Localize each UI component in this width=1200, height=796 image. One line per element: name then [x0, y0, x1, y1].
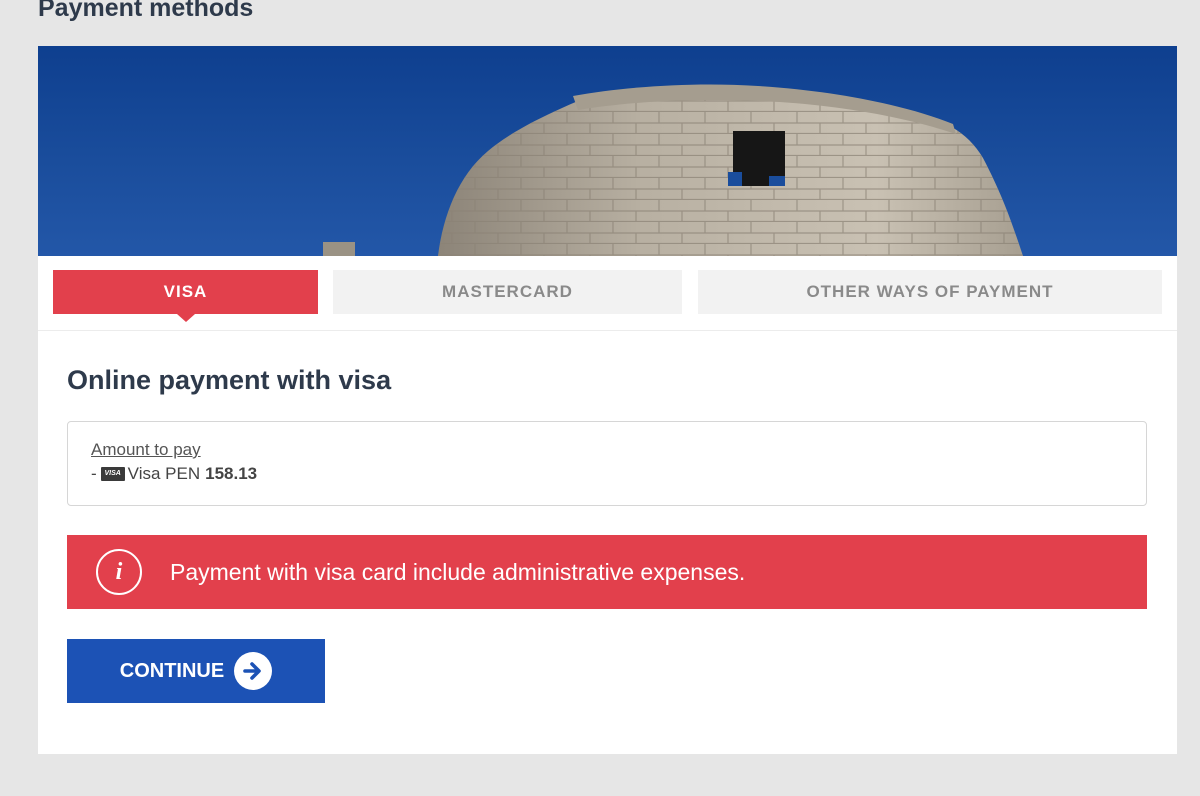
- tab-other-ways-of-payment[interactable]: OTHER WAYS OF PAYMENT: [698, 270, 1162, 314]
- payment-card: VISA MASTERCARD OTHER WAYS OF PAYMENT On…: [38, 46, 1177, 754]
- amount-summary: Amount to pay - VISA Visa PEN 158.13: [67, 421, 1147, 506]
- continue-label: CONTINUE: [119, 659, 225, 682]
- tower-ruins-image: [323, 84, 1023, 256]
- section-title: Online payment with visa: [67, 365, 392, 395]
- tab-visa[interactable]: VISA: [53, 270, 318, 322]
- card-currency-label: Visa PEN: [127, 464, 201, 483]
- tab-visa-label: VISA: [163, 282, 208, 301]
- tab-mastercard[interactable]: MASTERCARD: [333, 270, 682, 314]
- tab-other-label: OTHER WAYS OF PAYMENT: [806, 282, 1054, 301]
- visa-card-icon: VISA: [100, 467, 125, 481]
- info-icon: i: [96, 549, 142, 595]
- arrow-right-circle-icon: [234, 652, 273, 690]
- payment-tabs: VISA MASTERCARD OTHER WAYS OF PAYMENT: [38, 256, 1177, 331]
- hero-image: [38, 46, 1177, 256]
- alert-text: Payment with visa card include administr…: [170, 558, 746, 585]
- tab-mastercard-label: MASTERCARD: [442, 282, 573, 301]
- continue-button[interactable]: CONTINUE: [67, 639, 325, 703]
- amount-line: - VISA Visa PEN 158.13: [91, 462, 1123, 486]
- amount-to-pay-link[interactable]: Amount to pay: [91, 438, 1123, 462]
- page-title: Payment methods: [38, 0, 254, 22]
- admin-expenses-alert: i Payment with visa card include adminis…: [67, 535, 1147, 609]
- amount-value: 158.13: [205, 464, 258, 483]
- amount-prefix: -: [91, 464, 97, 483]
